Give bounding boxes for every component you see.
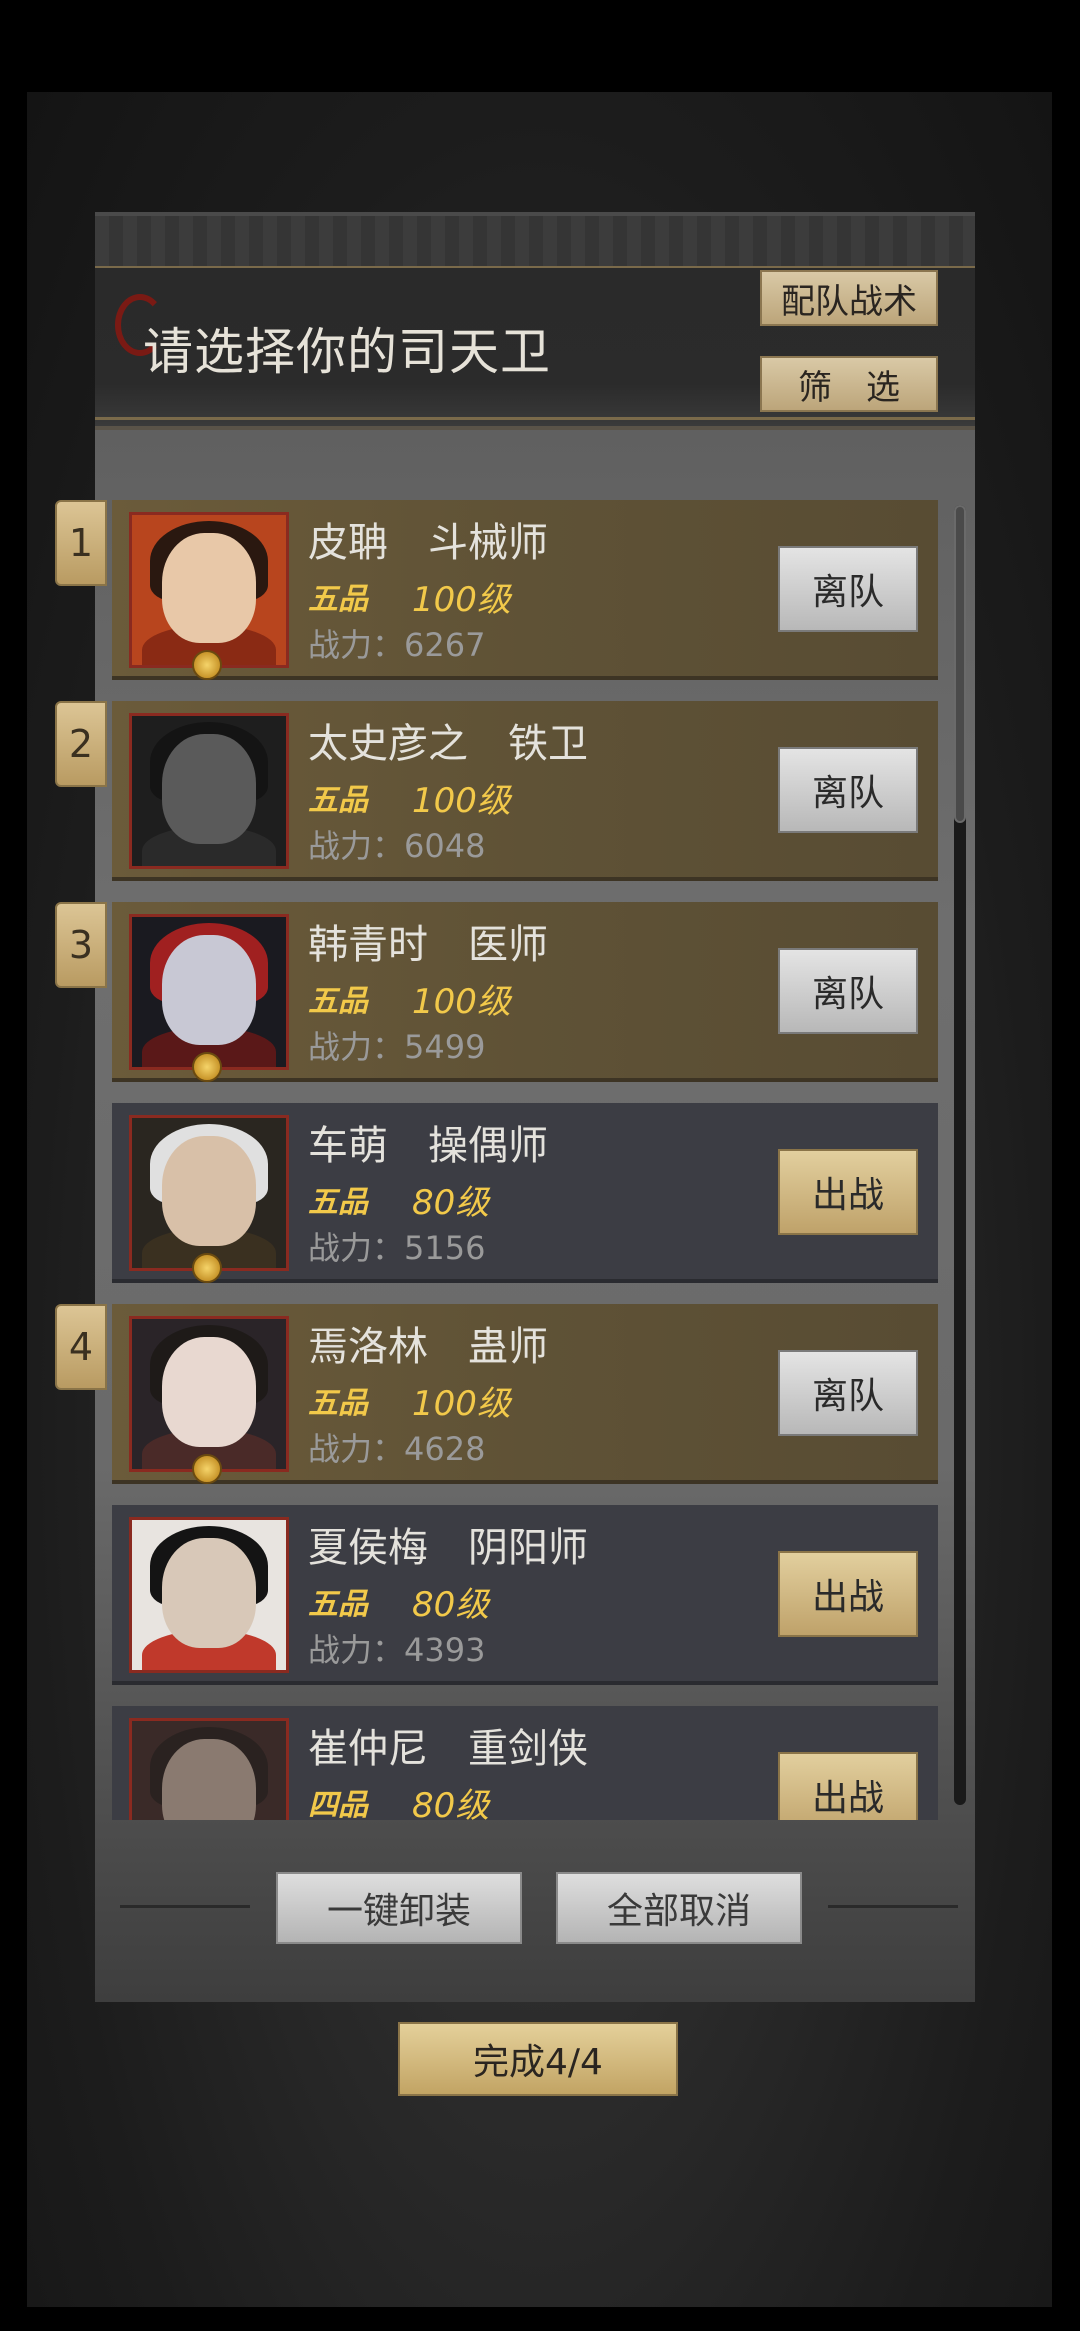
scrollbar-thumb[interactable]: [954, 505, 966, 823]
hero-level: 80级: [412, 1183, 490, 1223]
star-gem-icon: [192, 1052, 222, 1082]
footer-divider-right: [828, 1905, 958, 1908]
hero-power: 战力：4393: [308, 1631, 486, 1669]
hero-portrait[interactable]: [129, 1517, 289, 1673]
star-gem-icon: [192, 650, 222, 680]
hero-list[interactable]: 皮聃 斗械师 五品 100级 战力：6267 离队 太史彦之 铁卫 五品 100…: [112, 500, 938, 1820]
hero-level: 100级: [412, 1384, 511, 1424]
portrait-face: [162, 1739, 256, 1820]
leave-team-button[interactable]: 离队: [778, 948, 918, 1034]
hero-class: 重剑侠: [468, 1726, 588, 1772]
hero-name-class: 焉洛林 蛊师: [308, 1314, 548, 1372]
hero-name: 夏侯梅: [308, 1525, 428, 1571]
star-gem-icon: [192, 1253, 222, 1283]
portrait-face: [162, 1337, 256, 1447]
hero-row[interactable]: 太史彦之 铁卫 五品 100级 战力：6048 离队: [112, 701, 938, 881]
hero-class: 斗械师: [428, 520, 548, 566]
hero-name: 车萌: [308, 1123, 388, 1169]
star-gem-icon: [192, 1454, 222, 1484]
hero-name: 韩青时: [308, 922, 428, 968]
footer-divider-left: [120, 1905, 250, 1908]
hero-portrait[interactable]: [129, 512, 289, 668]
hero-level: 100级: [412, 781, 511, 821]
hero-grade: 五品: [308, 984, 368, 1019]
hero-name-class: 车萌 操偶师: [308, 1113, 548, 1171]
team-slot-number: 2: [55, 701, 107, 787]
tactics-button[interactable]: 配队战术: [760, 270, 938, 326]
hero-grade: 五品: [308, 582, 368, 617]
portrait-face: [162, 1538, 256, 1648]
hero-name-class: 皮聃 斗械师: [308, 510, 548, 568]
hero-power: 战力：5156: [308, 1229, 486, 1267]
hero-name: 太史彦之: [308, 721, 468, 767]
hero-level: 80级: [412, 1585, 490, 1625]
hero-class: 医师: [468, 922, 548, 968]
hero-row[interactable]: 车萌 操偶师 五品 80级 战力：5156 出战: [112, 1103, 938, 1283]
panel-header: 请选择你的司天卫 配队战术 筛 选: [95, 212, 975, 430]
hero-name: 崔仲尼: [308, 1726, 428, 1772]
leave-team-button[interactable]: 离队: [778, 747, 918, 833]
hero-name-class: 崔仲尼 重剑侠: [308, 1716, 588, 1774]
unequip-all-button[interactable]: 一键卸装: [276, 1872, 522, 1944]
hero-grade: 四品: [308, 1788, 368, 1820]
hero-name-class: 太史彦之 铁卫: [308, 711, 588, 769]
hero-row[interactable]: 崔仲尼 重剑侠 四品 80级 出战: [112, 1706, 938, 1820]
team-slot-number: 4: [55, 1304, 107, 1390]
portrait-face: [162, 533, 256, 643]
hero-level: 80级: [412, 1786, 490, 1820]
header-ornament-band: [95, 216, 975, 268]
hero-portrait[interactable]: [129, 1718, 289, 1820]
hero-name-class: 韩青时 医师: [308, 912, 548, 970]
hero-power: 战力：6267: [308, 626, 486, 664]
hero-class: 阴阳师: [468, 1525, 588, 1571]
page-title: 请选择你的司天卫: [143, 323, 551, 381]
hero-name: 焉洛林: [308, 1324, 428, 1370]
hero-name-class: 夏侯梅 阴阳师: [308, 1515, 588, 1573]
filter-button[interactable]: 筛 选: [760, 356, 938, 412]
hero-portrait[interactable]: [129, 1115, 289, 1271]
deploy-button[interactable]: 出战: [778, 1551, 918, 1637]
portrait-face: [162, 1136, 256, 1246]
hero-grade: 五品: [308, 783, 368, 818]
hero-portrait[interactable]: [129, 914, 289, 1070]
hero-class: 铁卫: [508, 721, 588, 767]
leave-team-button[interactable]: 离队: [778, 546, 918, 632]
scrollbar-track[interactable]: [954, 505, 966, 1805]
hero-row[interactable]: 皮聃 斗械师 五品 100级 战力：6267 离队: [112, 500, 938, 680]
team-slot-number: 1: [55, 500, 107, 586]
leave-team-button[interactable]: 离队: [778, 1350, 918, 1436]
hero-row[interactable]: 韩青时 医师 五品 100级 战力：5499 离队: [112, 902, 938, 1082]
portrait-face: [162, 734, 256, 844]
deploy-button[interactable]: 出战: [778, 1149, 918, 1235]
hero-power: 战力：5499: [308, 1028, 486, 1066]
hero-name: 皮聃: [308, 520, 388, 566]
hero-grade: 五品: [308, 1386, 368, 1421]
hero-power: 战力：4628: [308, 1430, 486, 1468]
hero-row[interactable]: 夏侯梅 阴阳师 五品 80级 战力：4393 出战: [112, 1505, 938, 1685]
hero-power: 战力：6048: [308, 827, 486, 865]
header-divider: [95, 417, 975, 420]
hero-grade: 五品: [308, 1185, 368, 1220]
hero-grade: 五品: [308, 1587, 368, 1622]
done-button[interactable]: 完成4/4: [398, 2022, 678, 2096]
team-slot-number: 3: [55, 902, 107, 988]
hero-portrait[interactable]: [129, 713, 289, 869]
hero-portrait[interactable]: [129, 1316, 289, 1472]
hero-level: 100级: [412, 580, 511, 620]
deploy-button[interactable]: 出战: [778, 1752, 918, 1820]
cancel-all-button[interactable]: 全部取消: [556, 1872, 802, 1944]
hero-class: 蛊师: [468, 1324, 548, 1370]
hero-row[interactable]: 焉洛林 蛊师 五品 100级 战力：4628 离队: [112, 1304, 938, 1484]
portrait-face: [162, 935, 256, 1045]
hero-level: 100级: [412, 982, 511, 1022]
hero-class: 操偶师: [428, 1123, 548, 1169]
